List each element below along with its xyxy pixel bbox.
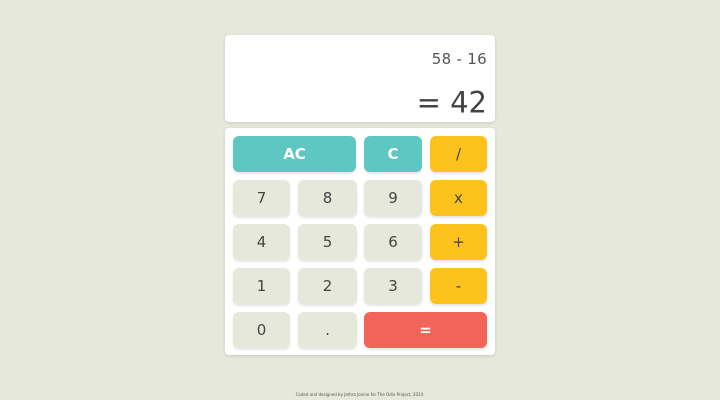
divide-button[interactable]: / — [430, 136, 487, 172]
footer-credit: Coded and designed by Jethro Jovino for … — [295, 392, 425, 397]
digit-3-button[interactable]: 3 — [364, 268, 422, 304]
digit-6-button[interactable]: 6 — [364, 224, 422, 260]
all-clear-button[interactable]: AC — [233, 136, 356, 172]
calculator-display: 58 - 16 = 42 — [225, 35, 495, 122]
digit-1-button[interactable]: 1 — [233, 268, 290, 304]
subtract-button[interactable]: - — [430, 268, 487, 304]
add-button[interactable]: + — [430, 224, 487, 260]
multiply-button[interactable]: x — [430, 180, 487, 216]
digit-8-button[interactable]: 8 — [298, 180, 357, 216]
digit-5-button[interactable]: 5 — [298, 224, 357, 260]
digit-2-button[interactable]: 2 — [298, 268, 357, 304]
result-text: = 42 — [416, 85, 487, 120]
digit-7-button[interactable]: 7 — [233, 180, 290, 216]
clear-button[interactable]: C — [364, 136, 422, 172]
digit-0-button[interactable]: 0 — [233, 312, 290, 348]
digit-9-button[interactable]: 9 — [364, 180, 422, 216]
equals-button[interactable]: = — [364, 312, 487, 348]
decimal-point-button[interactable]: . — [298, 312, 357, 348]
calculator-page: 58 - 16 = 42 AC C / 7 8 9 x 4 5 6 + 1 2 … — [0, 0, 720, 400]
expression-text: 58 - 16 — [431, 50, 487, 68]
keypad: AC C / 7 8 9 x 4 5 6 + 1 2 3 - 0 . = — [225, 128, 495, 355]
digit-4-button[interactable]: 4 — [233, 224, 290, 260]
